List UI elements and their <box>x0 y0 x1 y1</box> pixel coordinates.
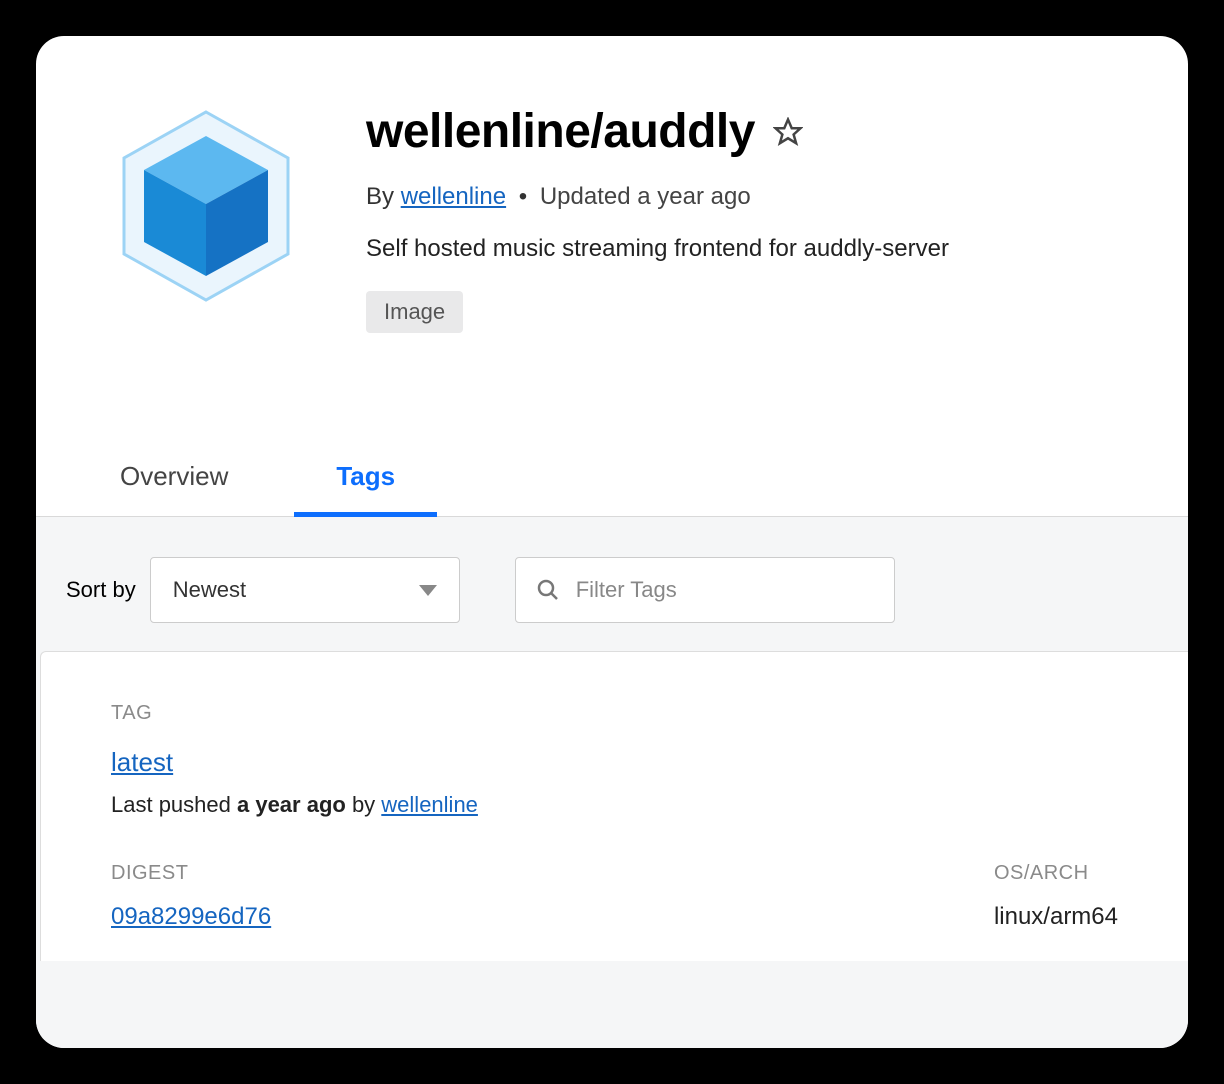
pushed-by: by <box>346 792 381 817</box>
tab-overview[interactable]: Overview <box>96 443 252 516</box>
controls-row: Sort by Newest <box>36 557 1188 623</box>
type-badge: Image <box>366 291 463 333</box>
repo-title: wellenline/auddly <box>366 104 755 159</box>
pushed-author-link[interactable]: wellenline <box>381 792 478 817</box>
osarch-value: linux/arm64 <box>994 903 1118 931</box>
updated-text: Updated a year ago <box>540 183 751 210</box>
page-card: wellenline/auddly By wellenline • Update… <box>36 36 1188 1048</box>
tab-tags[interactable]: Tags <box>312 443 419 516</box>
byline: By wellenline • Updated a year ago <box>366 183 1128 211</box>
info-column: wellenline/auddly By wellenline • Update… <box>366 96 1128 333</box>
tag-column-label: TAG <box>111 702 1118 725</box>
pushed-time: a year ago <box>237 792 346 817</box>
sort-value: Newest <box>173 577 246 603</box>
tag-link[interactable]: latest <box>111 747 173 777</box>
cube-icon <box>116 106 296 306</box>
star-icon[interactable] <box>773 117 803 147</box>
pushed-line: Last pushed a year ago by wellenline <box>111 792 1118 818</box>
tags-content: Sort by Newest TAG lat <box>36 517 1188 1048</box>
osarch-label: OS/ARCH <box>994 862 1089 885</box>
tag-card: TAG latest Last pushed a year ago by wel… <box>40 651 1188 961</box>
by-prefix: By <box>366 183 401 210</box>
filter-input-wrap[interactable] <box>515 557 895 623</box>
author-link[interactable]: wellenline <box>401 183 506 210</box>
digest-column: DIGEST 09a8299e6d76 <box>111 862 271 931</box>
tabs: Overview Tags <box>36 443 1188 517</box>
filter-input[interactable] <box>576 577 874 603</box>
separator: • <box>519 183 527 210</box>
search-icon <box>536 578 560 602</box>
chevron-down-icon <box>419 577 437 603</box>
repo-image <box>96 96 316 316</box>
header-section: wellenline/auddly By wellenline • Update… <box>36 36 1188 333</box>
sort-wrap: Sort by Newest <box>66 557 460 623</box>
title-row: wellenline/auddly <box>366 104 1128 159</box>
digest-label: DIGEST <box>111 862 271 885</box>
sort-label: Sort by <box>66 577 136 603</box>
osarch-column: OS/ARCH linux/arm64 <box>994 862 1118 931</box>
pushed-prefix: Last pushed <box>111 792 237 817</box>
digest-row: DIGEST 09a8299e6d76 OS/ARCH linux/arm64 <box>111 862 1118 931</box>
tag-name: latest <box>111 747 1118 778</box>
repo-description: Self hosted music streaming frontend for… <box>366 235 1128 263</box>
digest-link[interactable]: 09a8299e6d76 <box>111 903 271 931</box>
sort-select[interactable]: Newest <box>150 557 460 623</box>
